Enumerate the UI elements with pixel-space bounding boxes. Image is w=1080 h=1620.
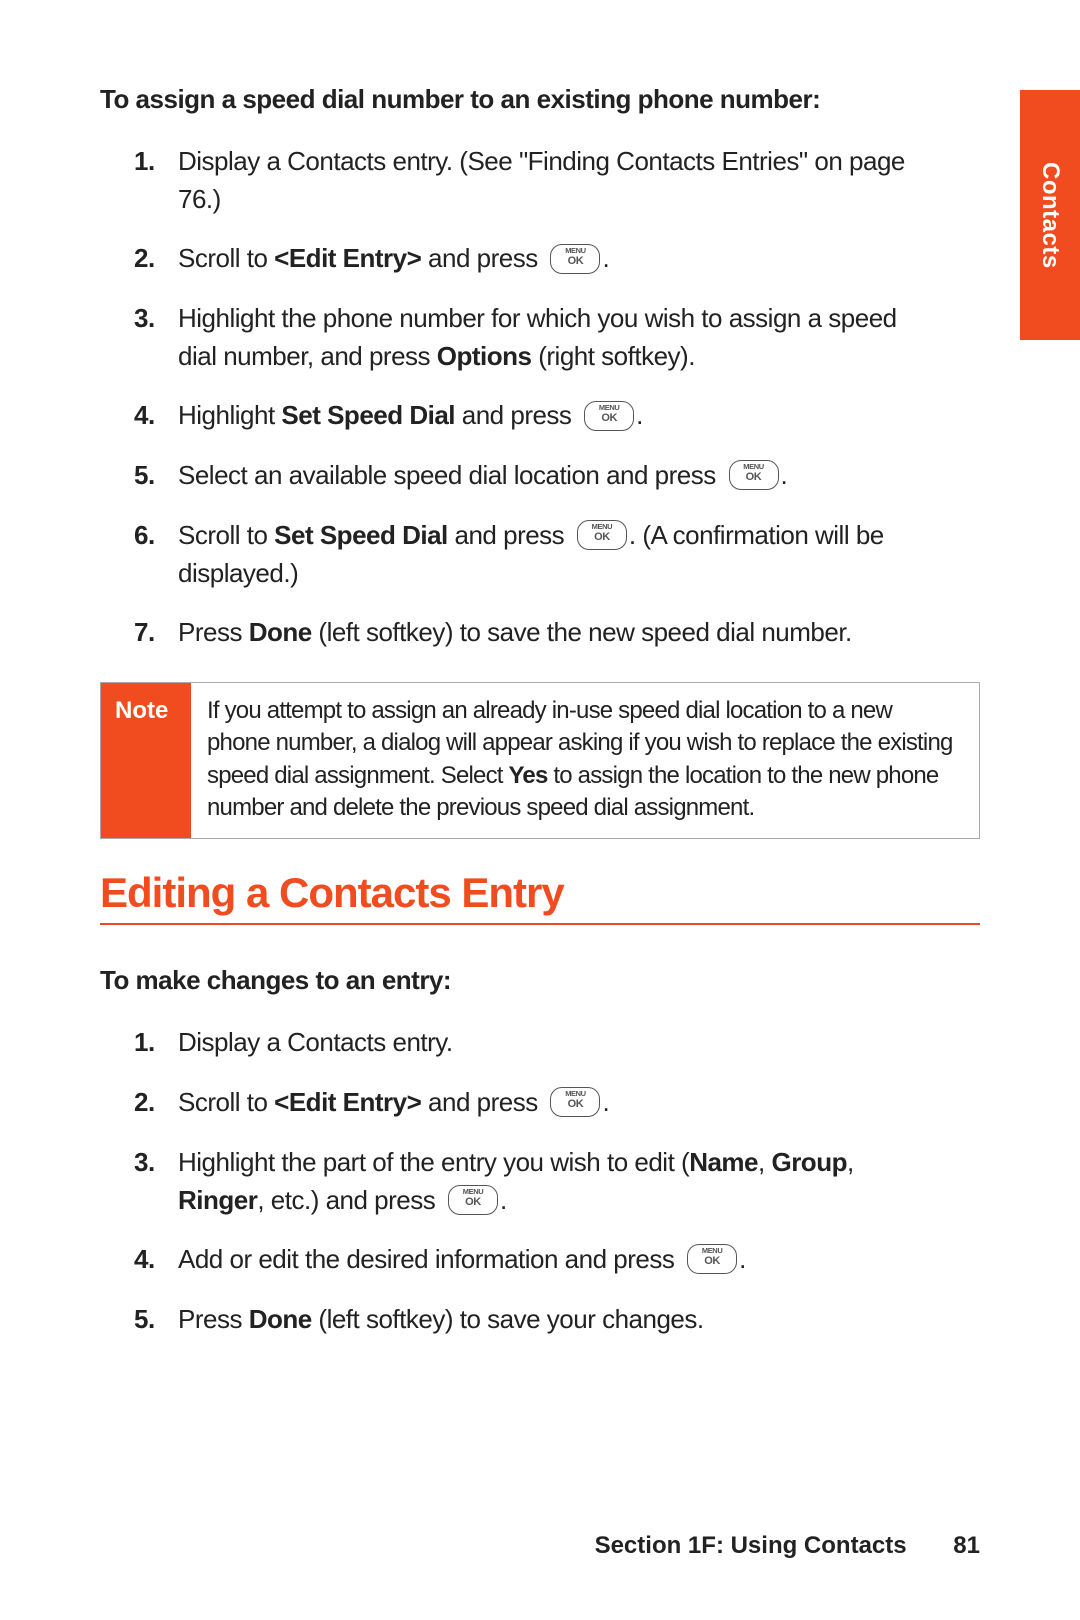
menu-ok-icon (577, 520, 627, 550)
step-text: . (739, 1244, 746, 1274)
subheading-make-changes: To make changes to an entry: (100, 965, 980, 996)
step-item: Display a Contacts entry. (See "Finding … (178, 143, 980, 218)
step-item: Scroll to Set Speed Dial and press . (A … (178, 517, 980, 592)
note-body: If you attempt to assign an already in-u… (191, 683, 979, 839)
step-text: Display a Contacts entry. (178, 1027, 453, 1057)
section-title-editing-contacts: Editing a Contacts Entry (100, 869, 980, 917)
menu-ok-icon (448, 1185, 498, 1215)
step-bold: Options (437, 341, 532, 371)
step-text: Display a Contacts entry. (See "Finding … (178, 146, 905, 214)
step-text: Highlight the part of the entry you wish… (178, 1147, 689, 1177)
step-text: . (602, 243, 609, 273)
note-box: Note If you attempt to assign an already… (100, 682, 980, 840)
step-text: , etc.) and press (257, 1185, 442, 1215)
page-footer: Section 1F: Using Contacts 81 (595, 1532, 980, 1560)
subheading-assign-speed-dial: To assign a speed dial number to an exis… (100, 84, 980, 115)
step-item: Add or edit the desired information and … (178, 1241, 980, 1279)
title-rule (100, 923, 980, 925)
step-bold: Group (771, 1147, 847, 1177)
step-text: , (847, 1147, 854, 1177)
step-text: (right softkey). (532, 341, 695, 371)
step-text: . (781, 460, 788, 490)
step-text: Scroll to (178, 1087, 274, 1117)
step-item: Select an available speed dial location … (178, 457, 980, 495)
step-text: and press (421, 1087, 544, 1117)
step-bold: Name (689, 1147, 758, 1177)
step-text: and press (455, 400, 578, 430)
footer-section: Section 1F: Using Contacts (595, 1532, 907, 1559)
step-item: Highlight Set Speed Dial and press . (178, 397, 980, 435)
side-tab-label: Contacts (1036, 162, 1064, 269)
step-text: . (602, 1087, 609, 1117)
step-item: Scroll to <Edit Entry> and press . (178, 1084, 980, 1122)
step-bold: Set Speed Dial (274, 520, 448, 550)
manual-page: Contacts To assign a speed dial number t… (0, 0, 1080, 1620)
step-item: Highlight the phone number for which you… (178, 300, 980, 375)
step-text: Highlight (178, 400, 281, 430)
step-text: (left softkey) to save your changes. (312, 1304, 704, 1334)
step-text: (left softkey) to save the new speed dia… (312, 617, 852, 647)
menu-ok-icon (550, 1087, 600, 1117)
steps-assign-speed-dial: Display a Contacts entry. (See "Finding … (100, 143, 980, 652)
step-text: and press (421, 243, 544, 273)
steps-edit-entry: Display a Contacts entry. Scroll to <Edi… (100, 1024, 980, 1338)
step-text: Add or edit the desired information and … (178, 1244, 681, 1274)
menu-ok-icon (687, 1244, 737, 1274)
step-text: and press (448, 520, 571, 550)
step-bold: Done (249, 617, 312, 647)
step-item: Press Done (left softkey) to save the ne… (178, 614, 980, 652)
menu-ok-icon (550, 244, 600, 274)
step-text: Scroll to (178, 520, 274, 550)
step-item: Highlight the part of the entry you wish… (178, 1144, 980, 1219)
menu-ok-icon (729, 460, 779, 490)
step-bold: Set Speed Dial (281, 400, 455, 430)
note-label: Note (101, 683, 191, 839)
step-item: Scroll to <Edit Entry> and press . (178, 240, 980, 278)
step-bold: <Edit Entry> (274, 1087, 421, 1117)
step-bold: <Edit Entry> (274, 243, 421, 273)
step-text: Select an available speed dial location … (178, 460, 723, 490)
menu-ok-icon (584, 401, 634, 431)
footer-page-number: 81 (953, 1532, 980, 1560)
step-text: Scroll to (178, 243, 274, 273)
step-text: Press (178, 1304, 249, 1334)
step-text: , (758, 1147, 771, 1177)
side-tab-contacts: Contacts (1020, 90, 1080, 340)
step-text: . (500, 1185, 507, 1215)
step-text: Press (178, 617, 249, 647)
note-bold: Yes (509, 762, 548, 789)
step-text: . (636, 400, 643, 430)
step-bold: Done (249, 1304, 312, 1334)
step-item: Press Done (left softkey) to save your c… (178, 1301, 980, 1339)
step-item: Display a Contacts entry. (178, 1024, 980, 1062)
step-bold: Ringer (178, 1185, 257, 1215)
